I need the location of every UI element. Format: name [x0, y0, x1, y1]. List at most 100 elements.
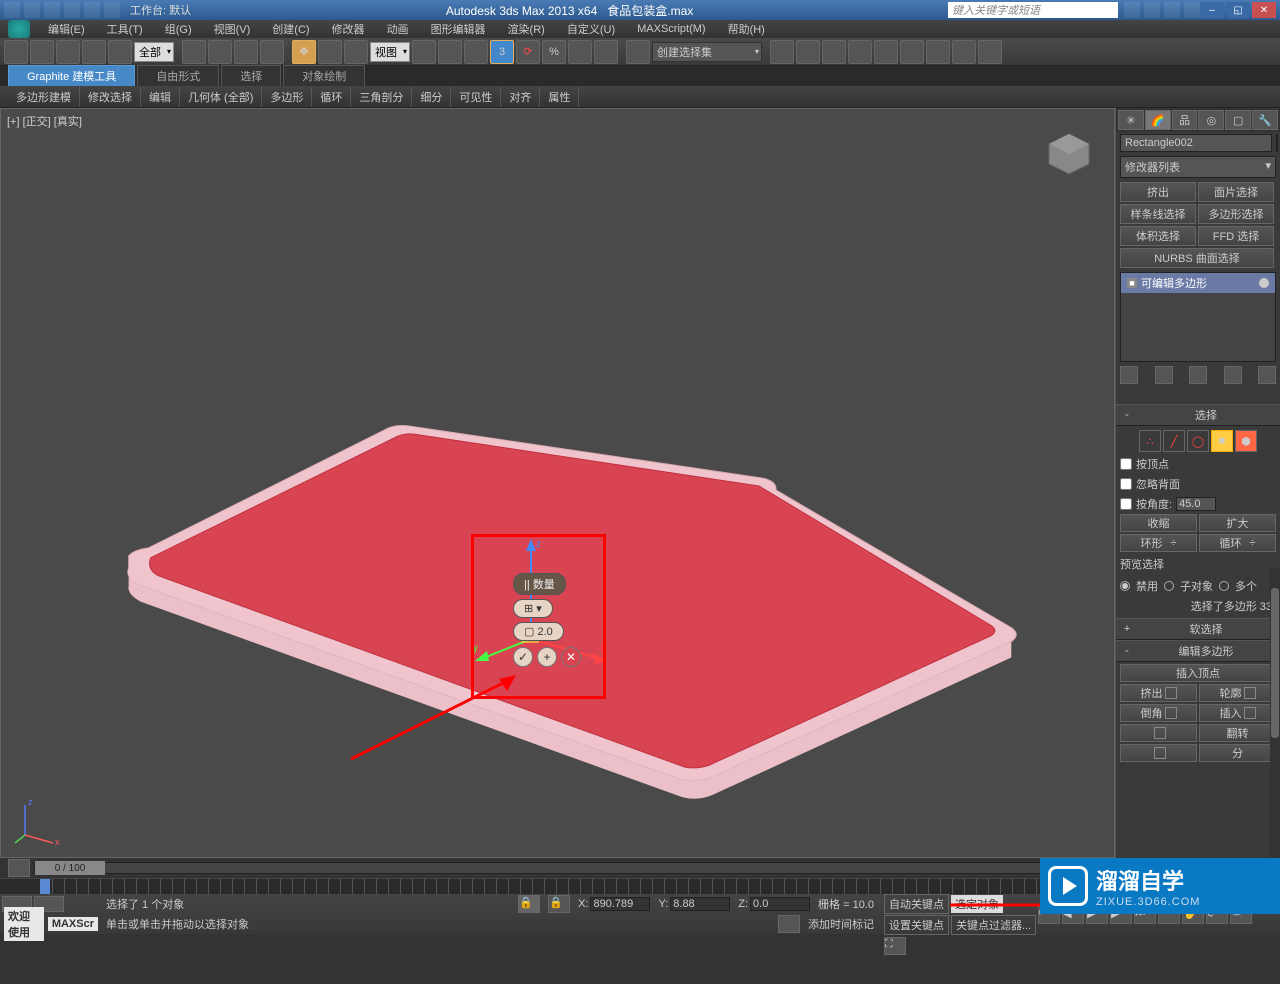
menu-group[interactable]: 组(G) — [155, 21, 202, 37]
subobj-element-icon[interactable]: ⬢ — [1235, 430, 1257, 452]
comm-icon[interactable] — [1144, 2, 1160, 18]
btn-ffd-sel[interactable]: FFD 选择 — [1198, 226, 1274, 246]
remove-mod-icon[interactable] — [1224, 366, 1242, 384]
object-name-field[interactable] — [1120, 134, 1272, 152]
sel-set-lock-button[interactable] — [626, 40, 650, 64]
btn-flip[interactable]: 翻转 — [1199, 724, 1276, 742]
modifier-stack[interactable]: ■可编辑多边形 — [1120, 272, 1276, 362]
menu-view[interactable]: 视图(V) — [204, 21, 261, 37]
setkey-button[interactable]: 设置关键点 — [884, 915, 949, 935]
sub-loop[interactable]: 循环 — [312, 87, 351, 107]
menu-edit[interactable]: 编辑(E) — [38, 21, 95, 37]
select-object-button[interactable] — [182, 40, 206, 64]
angle-snap-button[interactable]: ⟳ — [516, 40, 540, 64]
ribbon-tab-selection[interactable]: 选择 — [221, 65, 281, 86]
edge-snap-button[interactable] — [594, 40, 618, 64]
btn-bevel[interactable]: 倒角 — [1120, 704, 1197, 722]
btn-poly-sel[interactable]: 多边形选择 — [1198, 204, 1274, 224]
object-color-swatch[interactable] — [1276, 134, 1278, 152]
subobj-vertex-icon[interactable]: ∴ — [1139, 430, 1161, 452]
menu-render[interactable]: 渲染(R) — [498, 21, 555, 37]
percent-snap-button[interactable]: % — [542, 40, 566, 64]
keyfilter-button[interactable]: 关键点过滤器... — [951, 915, 1036, 935]
schematic-view-button[interactable] — [874, 40, 898, 64]
ribbon-tab-freeform[interactable]: 自由形式 — [137, 65, 219, 86]
ribbon-tab-paint[interactable]: 对象绘制 — [283, 65, 365, 86]
pin-stack-icon[interactable] — [1120, 366, 1138, 384]
btn-spline-sel[interactable]: 样条线选择 — [1120, 204, 1196, 224]
info-icon[interactable] — [1124, 2, 1140, 18]
menu-help[interactable]: 帮助(H) — [718, 21, 775, 37]
btn-shrink[interactable]: 收缩 — [1120, 514, 1197, 532]
sub-visibility[interactable]: 可见性 — [451, 87, 501, 107]
menu-create[interactable]: 创建(C) — [262, 21, 319, 37]
keyboard-button[interactable] — [464, 40, 488, 64]
tab-create-icon[interactable]: ✳ — [1118, 110, 1144, 130]
nav-max-icon[interactable]: ⛶ — [884, 937, 906, 955]
menu-tools[interactable]: 工具(T) — [97, 21, 153, 37]
btn-inset[interactable]: 插入 — [1199, 704, 1276, 722]
move-button[interactable]: ✥ — [292, 40, 316, 64]
btn-hinge[interactable] — [1120, 744, 1197, 762]
ref-coord[interactable]: 视图 — [370, 42, 410, 62]
btn-ring[interactable]: 环形÷ — [1120, 534, 1197, 552]
bind-button[interactable] — [108, 40, 132, 64]
show-end-icon[interactable] — [1155, 366, 1173, 384]
save-icon[interactable] — [44, 2, 60, 18]
scale-button[interactable] — [344, 40, 368, 64]
btn-extrude2[interactable]: 挤出 — [1120, 684, 1197, 702]
link-button[interactable] — [56, 40, 80, 64]
star-icon[interactable] — [1164, 2, 1180, 18]
subobj-edge-icon[interactable]: ╱ — [1163, 430, 1185, 452]
tab-hierarchy-icon[interactable]: 品 — [1172, 110, 1198, 130]
sub-props[interactable]: 属性 — [540, 87, 579, 107]
redo-button[interactable] — [30, 40, 54, 64]
time-config-icon[interactable] — [8, 859, 30, 877]
rollout-selection[interactable]: -选择 — [1116, 404, 1280, 426]
select-name-button[interactable] — [208, 40, 232, 64]
render-setup-button[interactable] — [926, 40, 950, 64]
sub-polymodel[interactable]: 多边形建模 — [8, 87, 80, 107]
configure-icon[interactable] — [1258, 366, 1276, 384]
menu-modifiers[interactable]: 修改器 — [322, 21, 375, 37]
curve-editor-button[interactable] — [848, 40, 872, 64]
layers-button[interactable] — [822, 40, 846, 64]
material-editor-button[interactable] — [900, 40, 924, 64]
help-search[interactable]: 键入关键字或短语 — [948, 2, 1118, 18]
new-icon[interactable] — [4, 2, 20, 18]
btn-extrude[interactable]: 挤出 — [1120, 182, 1196, 202]
mirror-button[interactable] — [770, 40, 794, 64]
btn-insert-vertex[interactable]: 插入顶点 — [1120, 664, 1276, 682]
open-icon[interactable] — [24, 2, 40, 18]
select-rect-button[interactable] — [234, 40, 258, 64]
time-tag-label[interactable]: 添加时间标记 — [808, 916, 874, 932]
project-icon[interactable] — [104, 2, 120, 18]
btn-vol-sel[interactable]: 体积选择 — [1120, 226, 1196, 246]
viewport[interactable]: [+] [正交] [真实] z y x — [0, 108, 1115, 858]
app-menu-icon[interactable] — [8, 20, 30, 38]
selection-filter[interactable]: 全部 — [134, 42, 174, 62]
snap-toggle[interactable]: 3 — [490, 40, 514, 64]
btn-grow[interactable]: 扩大 — [1199, 514, 1276, 532]
undo-icon[interactable] — [64, 2, 80, 18]
pivot-button[interactable] — [412, 40, 436, 64]
radio-multi[interactable] — [1219, 581, 1229, 591]
workspace-label[interactable]: 工作台: 默认 — [130, 2, 191, 18]
track-marker[interactable] — [40, 879, 50, 894]
restore-button[interactable]: ◱ — [1226, 2, 1250, 18]
lock-icon[interactable]: 🔒 — [518, 895, 540, 913]
undo-button[interactable] — [4, 40, 28, 64]
time-tag-icon[interactable] — [778, 915, 800, 933]
tab-modify-icon[interactable]: 🌈 — [1145, 110, 1171, 130]
align-button[interactable] — [796, 40, 820, 64]
unique-icon[interactable] — [1189, 366, 1207, 384]
redo-icon[interactable] — [84, 2, 100, 18]
render-frame-button[interactable] — [952, 40, 976, 64]
unlink-button[interactable] — [82, 40, 106, 64]
modifier-list[interactable]: 修改器列表 — [1120, 156, 1276, 178]
maxscript-label[interactable]: MAXScr — [48, 917, 98, 931]
btn-outline[interactable]: 轮廓 — [1199, 684, 1276, 702]
sub-tri[interactable]: 三角剖分 — [351, 87, 412, 107]
rollout-editpoly[interactable]: -编辑多边形 — [1116, 640, 1280, 662]
angle-spinner[interactable] — [1176, 497, 1216, 511]
